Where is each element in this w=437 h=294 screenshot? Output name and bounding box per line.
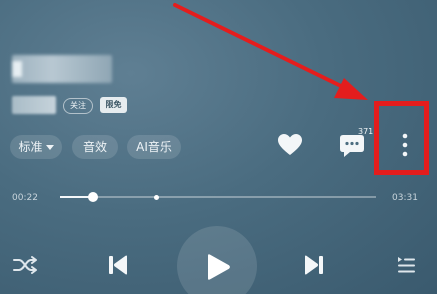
- limited-free-badge: 限免: [100, 97, 127, 113]
- caret-down-icon: [45, 145, 54, 150]
- progress-bar[interactable]: [60, 192, 376, 202]
- skip-previous-icon[interactable]: [106, 253, 130, 277]
- climax-marker: [153, 194, 159, 200]
- shuffle-icon[interactable]: [12, 254, 38, 276]
- elapsed-time: 00:22: [12, 193, 38, 203]
- playlist-icon[interactable]: [396, 255, 416, 275]
- sound-effect-button[interactable]: 音效: [72, 135, 118, 159]
- highlight-box: [374, 101, 429, 175]
- ai-music-button[interactable]: AI音乐: [127, 135, 181, 159]
- artist-avatar-blurred[interactable]: [12, 96, 56, 114]
- quality-label: 标准: [18, 140, 43, 154]
- total-time: 03:31: [392, 193, 418, 203]
- play-icon[interactable]: [205, 253, 231, 281]
- follow-button[interactable]: 关注: [63, 98, 93, 114]
- comment-count: 371: [358, 127, 374, 136]
- quality-selector[interactable]: 标准: [10, 135, 62, 159]
- progress-thumb[interactable]: [88, 192, 98, 202]
- skip-next-icon[interactable]: [302, 253, 326, 277]
- heart-icon[interactable]: [277, 133, 303, 157]
- song-title-blurred: [12, 55, 112, 83]
- music-player-screen: 关注 限免 标准 音效 AI音乐 371 00:22 03:31: [0, 0, 437, 294]
